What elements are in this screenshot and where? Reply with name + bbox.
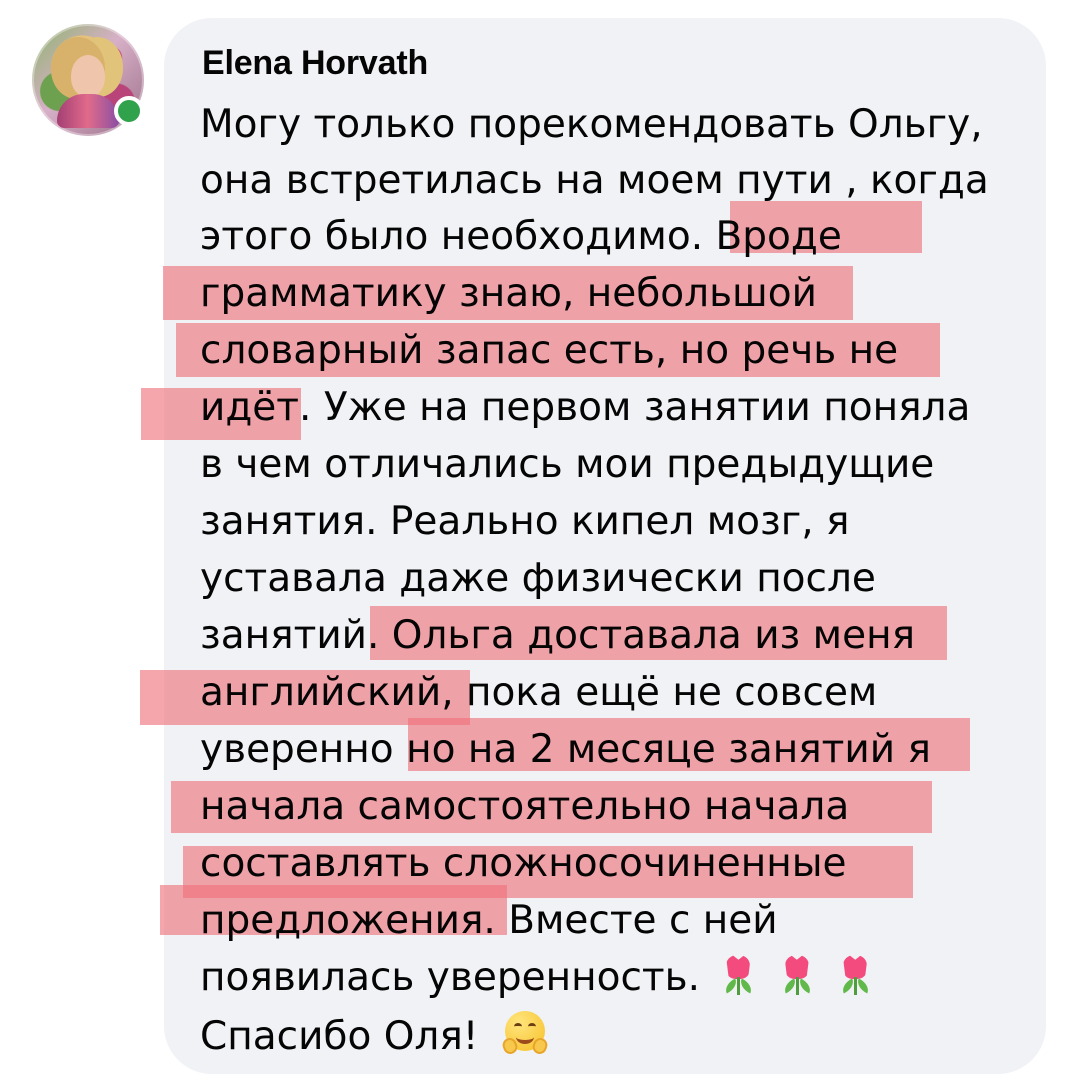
comment-line: идёт. Уже на первом занятии поняла	[200, 385, 971, 430]
comment-line: словарный запас есть, но речь не	[200, 328, 899, 373]
avatar-face-shape	[71, 55, 105, 97]
tulip-bloom-shape	[726, 955, 751, 979]
tulip-right-leaf-shape	[796, 978, 814, 994]
tulip-right-leaf-shape	[854, 978, 872, 994]
tulip-emoji-icon	[716, 952, 758, 998]
comment-line-text: Спасибо Оля!	[200, 1014, 491, 1059]
comment-line: в чем отличались мои предыдущие	[200, 442, 935, 487]
tulip-bloom-shape	[784, 955, 809, 979]
hug-smile-shape	[515, 1030, 534, 1044]
comment-line: занятия. Реально кипел мозг, я	[200, 499, 850, 544]
tulip-stem-shape	[854, 977, 858, 995]
hug-left-eye-shape	[513, 1023, 522, 1030]
author-name[interactable]: Elena Horvath	[202, 44, 428, 83]
comment-line-with-emojis: появилась уверенность.	[200, 952, 875, 1004]
tulip-stem-shape	[795, 977, 799, 995]
tulip-emoji-icon	[833, 952, 875, 998]
comment-line-with-emoji: Спасибо Оля!	[200, 1009, 550, 1063]
comment-line: начала самостоятельно начала	[200, 784, 850, 829]
comment-line: английский, пока ещё не совсем	[200, 670, 878, 715]
comment-line: занятий. Ольга доставала из меня	[200, 613, 916, 658]
comment-line: грамматику знаю, небольшой	[200, 271, 817, 316]
comment-line: Могу только порекомендовать Ольгу,	[200, 102, 983, 147]
hugging-face-emoji-icon	[500, 1009, 550, 1057]
online-status-icon	[114, 96, 144, 126]
avatar-scarf-shape	[57, 94, 119, 128]
comment-line: предложения. Вместе с ней	[200, 898, 778, 943]
comment-line-text: появилась уверенность.	[200, 955, 713, 1000]
facebook-comment-screenshot: Elena Horvath Могу только порекомендоват…	[0, 0, 1080, 1075]
tulip-right-leaf-shape	[737, 978, 755, 994]
comment-line: уставала даже физически после	[200, 556, 876, 601]
comment-line: составлять сложносочиненные	[200, 841, 847, 886]
comment-line: уверенно но на 2 месяце занятий я	[200, 727, 931, 772]
tulip-emoji-icon	[775, 952, 817, 998]
tulip-bloom-shape	[843, 955, 868, 979]
hug-right-eye-shape	[527, 1023, 536, 1030]
comment-line: этого было необходимо. Вроде	[200, 214, 842, 259]
comment-line: она встретилась на моем пути , когда	[200, 158, 989, 203]
